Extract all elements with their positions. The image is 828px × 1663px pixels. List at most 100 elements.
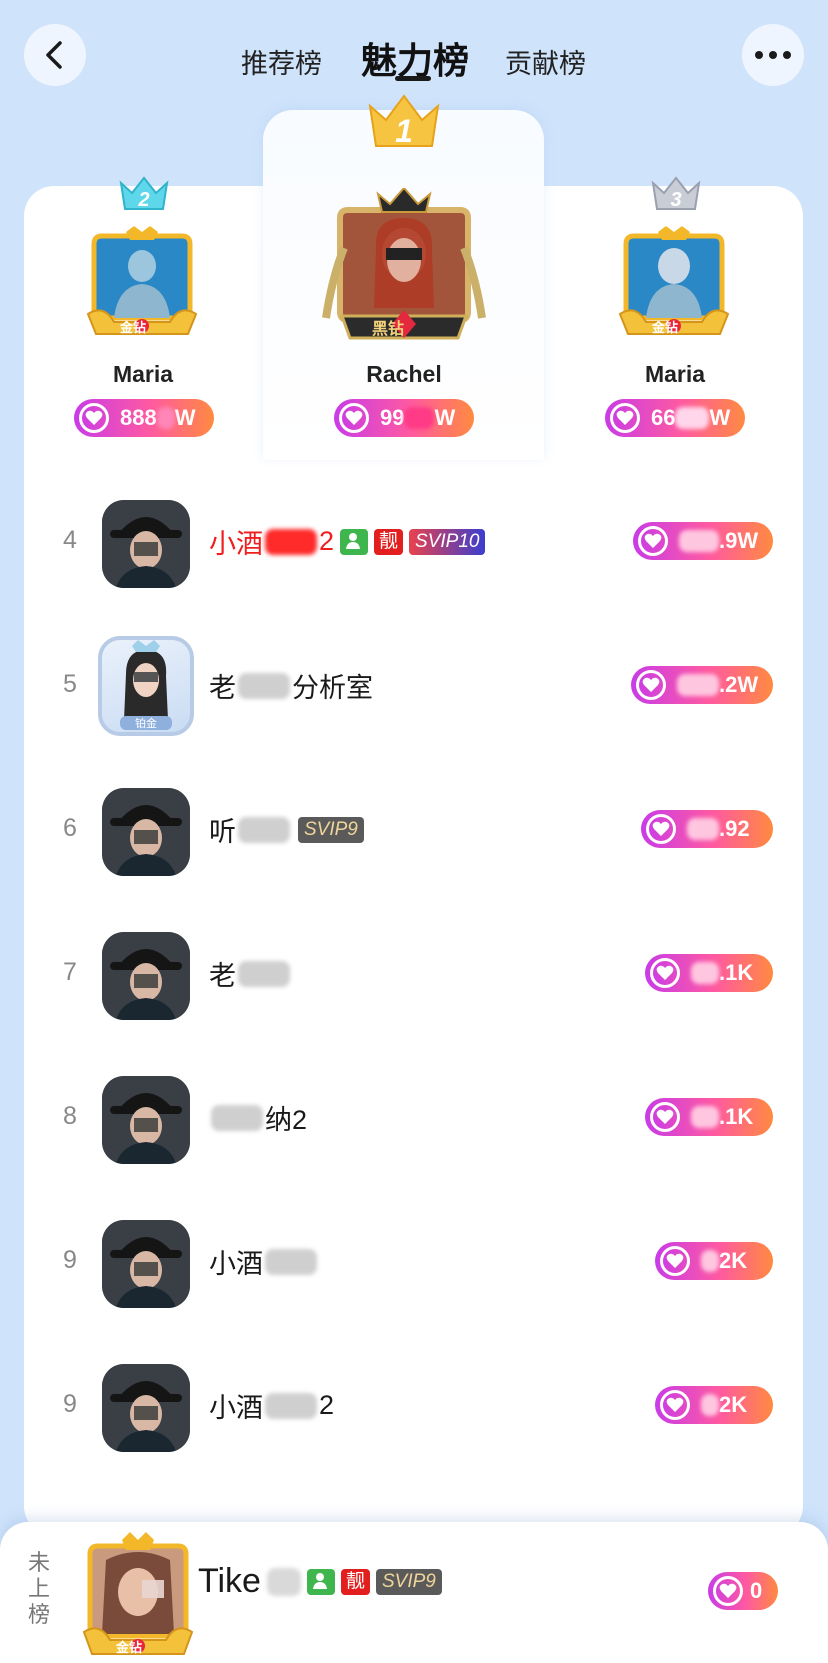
charm-value-pill: 99 W bbox=[334, 399, 474, 437]
rank-number: 9 bbox=[63, 1390, 77, 1418]
redacted-value bbox=[677, 674, 719, 696]
list-item[interactable]: 6 听 SVIP9 .92 bbox=[24, 758, 803, 902]
list-item[interactable]: 7 老 .1K bbox=[24, 902, 803, 1046]
svip-badge: SVIP10 bbox=[409, 528, 486, 555]
svip-badge: SVIP9 bbox=[376, 1568, 442, 1595]
user-name-tail: 纳2 bbox=[265, 1105, 308, 1135]
redacted-value bbox=[691, 962, 719, 984]
charm-value-tail: .9W bbox=[719, 528, 759, 553]
my-name-row: Tike 靓 SVIP9 bbox=[198, 1562, 442, 1601]
more-dots-icon bbox=[755, 51, 791, 59]
user-name: 小酒 bbox=[209, 1393, 263, 1423]
heart-icon bbox=[660, 1246, 690, 1276]
heart-icon bbox=[713, 1576, 743, 1606]
redacted-name bbox=[238, 816, 290, 843]
heart-icon bbox=[646, 814, 676, 844]
user-name-tail: 2 bbox=[319, 526, 335, 556]
user-name: 老 bbox=[209, 961, 236, 991]
charm-value: 66 bbox=[651, 405, 676, 430]
avatar bbox=[102, 932, 190, 1020]
user-name: 小酒 bbox=[209, 529, 263, 559]
redacted-name bbox=[265, 1392, 317, 1419]
liang-badge: 靓 bbox=[340, 1568, 370, 1595]
charm-value: 99 bbox=[380, 405, 405, 430]
list-item[interactable]: 9 小酒 2K bbox=[24, 1190, 803, 1334]
rank-number: 6 bbox=[63, 814, 77, 842]
charm-value-tail: 2K bbox=[719, 1392, 748, 1417]
redacted-value bbox=[701, 1250, 719, 1272]
list-item[interactable]: 9 小酒 2 2K bbox=[24, 1334, 803, 1478]
crown-gold-icon: 1 bbox=[368, 94, 440, 149]
svg-text:金钻: 金钻 bbox=[115, 1640, 142, 1655]
more-button[interactable] bbox=[742, 24, 804, 86]
svip-badge: SVIP9 bbox=[298, 816, 364, 843]
charm-value-tail: .1K bbox=[719, 1104, 754, 1129]
user-name-row: 纳2 bbox=[209, 1098, 307, 1137]
svg-text:1: 1 bbox=[395, 113, 413, 149]
podium-name: Maria bbox=[112, 361, 174, 387]
charm-value-pill: .2W bbox=[631, 666, 773, 704]
rank-number: 5 bbox=[63, 670, 77, 698]
active-tab-indicator bbox=[395, 76, 431, 81]
avatar bbox=[102, 1076, 190, 1164]
avatar: 金钻 bbox=[616, 226, 732, 346]
avatar: 铂金 bbox=[98, 636, 194, 736]
header: 推荐榜 魅力榜 贡献榜 bbox=[0, 0, 828, 100]
charm-value-pill: .1K bbox=[645, 1098, 773, 1136]
user-name-row: 小酒 2 bbox=[209, 1386, 334, 1425]
redacted-value bbox=[691, 1106, 719, 1128]
crown-bronze-icon: 3 bbox=[651, 176, 701, 211]
tab-recommend[interactable]: 推荐榜 bbox=[241, 42, 322, 81]
svg-text:金钻: 金钻 bbox=[119, 320, 146, 335]
charm-value-pill: .9W bbox=[633, 522, 773, 560]
my-name: Tike bbox=[198, 1562, 261, 1600]
svg-text:2: 2 bbox=[137, 189, 149, 211]
friend-badge-icon bbox=[306, 1568, 335, 1595]
crown-silver-icon: 2 bbox=[119, 176, 169, 211]
redacted-value bbox=[156, 407, 175, 429]
not-ranked-label: 未上榜 bbox=[27, 1550, 50, 1627]
avatar bbox=[102, 1220, 190, 1308]
redacted-value bbox=[404, 407, 435, 429]
user-name-row: 老 分析室 bbox=[209, 666, 373, 705]
heart-icon bbox=[339, 403, 369, 433]
tab-contribution[interactable]: 贡献榜 bbox=[505, 42, 586, 81]
avatar bbox=[102, 1364, 190, 1452]
liang-badge: 靓 bbox=[374, 528, 404, 555]
redacted-name bbox=[238, 960, 290, 987]
redacted-value bbox=[687, 818, 719, 840]
svg-text:金钻: 金钻 bbox=[651, 320, 678, 335]
avatar bbox=[102, 500, 190, 588]
rank-number: 8 bbox=[63, 1102, 77, 1130]
tab-bar: 推荐榜 魅力榜 贡献榜 bbox=[0, 30, 828, 90]
redacted-name bbox=[265, 1248, 317, 1275]
heart-icon bbox=[650, 958, 680, 988]
user-name-row: 听 SVIP9 bbox=[209, 810, 364, 849]
charm-value-tail: .1K bbox=[719, 960, 754, 985]
redacted-name bbox=[211, 1104, 263, 1131]
charm-value-pill: .1K bbox=[645, 954, 773, 992]
my-avatar: 金钻 bbox=[80, 1530, 196, 1660]
podium-name: Maria bbox=[644, 361, 706, 387]
redacted-name bbox=[266, 1567, 301, 1596]
heart-icon bbox=[636, 670, 666, 700]
svg-text:3: 3 bbox=[670, 189, 681, 211]
heart-icon bbox=[638, 526, 668, 556]
redacted-value bbox=[679, 530, 719, 552]
redacted-name bbox=[265, 528, 317, 555]
my-charm-value: 0 bbox=[750, 1578, 763, 1603]
podium-name: Rachel bbox=[366, 361, 442, 387]
user-name-tail: 分析室 bbox=[292, 673, 373, 703]
user-name: 听 bbox=[209, 817, 236, 847]
list-item[interactable]: 5 铂金 老 分析室 .2W bbox=[24, 614, 803, 758]
charm-value-tail: .2W bbox=[719, 672, 759, 697]
charm-value-pill: 2K bbox=[655, 1386, 773, 1424]
list-item[interactable]: 8 纳2 .1K bbox=[24, 1046, 803, 1190]
my-rank-bar[interactable]: 未上榜 金钻 Tike 靓 SVIP9 0 bbox=[0, 1522, 828, 1663]
heart-icon bbox=[660, 1390, 690, 1420]
list-item[interactable]: 4 小酒 2 靓 SVIP10 .9W bbox=[24, 470, 803, 614]
charm-unit: W bbox=[709, 405, 731, 430]
friend-badge-icon bbox=[340, 528, 369, 555]
svg-text:铂金: 铂金 bbox=[135, 716, 157, 730]
user-name-row: 老 bbox=[209, 954, 292, 993]
